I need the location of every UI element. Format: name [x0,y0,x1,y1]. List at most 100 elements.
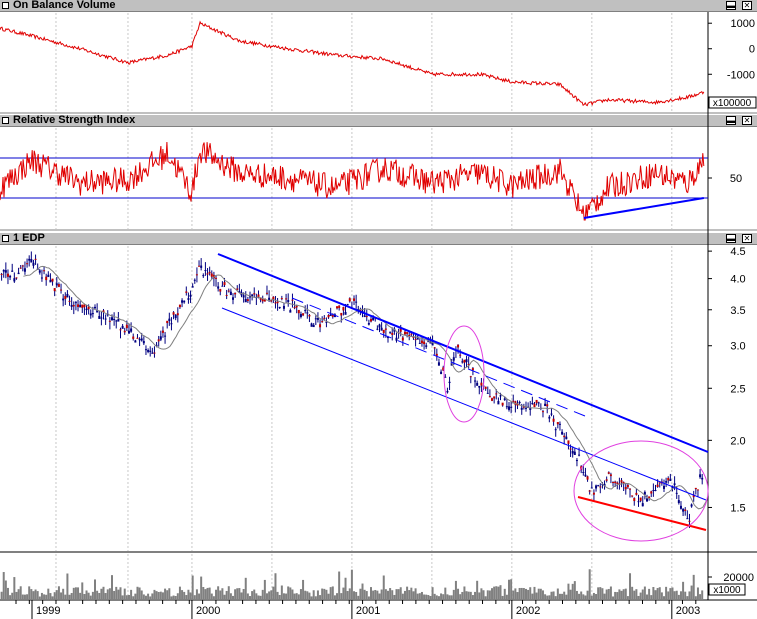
price-candle-body [541,411,544,413]
price-candle-body [72,304,75,307]
obv-tick-label: -1000 [727,69,755,81]
price-candle-body [690,504,693,507]
volume-multiplier-label: x1000 [713,585,741,596]
price-candle-body [510,406,513,408]
price-candle-body [505,406,508,408]
price-candle-body [588,490,591,492]
price-candle-body [47,274,50,278]
price-candle-body [136,337,139,339]
price-candle-body [6,273,9,277]
price-candle-body [49,279,52,283]
price-candle-body [469,376,472,378]
price-candle-body [132,336,135,339]
price-candle-body [234,292,237,295]
price-candle-body [11,270,14,272]
price-candle-body [503,398,506,400]
price-candle-body [446,390,449,393]
price-candle-body [153,352,156,354]
price-candle-body [134,340,137,343]
price-candle-body [414,339,417,341]
chart-canvas: 10000-1000-2000x100000504.54.03.53.02.52… [0,12,757,619]
price-candle-body [282,305,285,309]
price-candle-body [561,431,564,435]
axis-ticks: 10000-1000-2000x100000504.54.03.53.02.52… [708,18,757,596]
price-candle-body [609,474,612,477]
price-candle-body [520,407,523,410]
price-candle-body [679,505,682,509]
price-candle-body [4,270,7,273]
price-candle-body [599,486,602,488]
price-candle-body [253,293,256,295]
price-candle-body [605,479,608,481]
volume-tick-label: 20000 [723,572,754,584]
price-candle-body [285,298,288,300]
price-candle-body [493,396,496,399]
price-candle-body [147,350,150,352]
price-candle-body [544,403,547,407]
price-candle-body [142,341,145,344]
price-candle-body [389,331,392,333]
price-candle-body [488,396,491,398]
price-candle-body [565,436,568,440]
price-candle-body [558,423,561,425]
price-candle-body [512,400,515,402]
price-candle-body [9,275,12,278]
price-candle-body [170,323,173,325]
price-candle-body [176,313,179,316]
price-candle-body [459,354,462,356]
price-candle-body [471,368,474,371]
price-candle-body [654,490,657,492]
price-candle-body [43,270,46,272]
price-candle-body [157,339,160,342]
price-candle-body [656,484,659,487]
price-candle-body [440,371,443,375]
price-tick-label: 1.5 [730,502,745,514]
price-candle-body [98,315,101,319]
price-candle-body [81,304,84,308]
price-candle-body [652,490,655,492]
price-candle-body [23,268,26,272]
price-candle-body [518,402,521,404]
price-candle-body [699,474,702,478]
price-candle-body [104,318,107,320]
price-candle-body [295,305,298,308]
price-candle-body [624,486,627,490]
price-candle-body [420,340,423,344]
price-candle-body [363,315,366,318]
price-candle-body [344,311,347,315]
price-candle-body [629,488,632,490]
price-candle-body [403,331,406,335]
price-candle-body [546,404,549,407]
x-axis: 1999 2000 2001 2002 2003 [15,600,700,619]
price-candle-body [501,402,504,406]
price-candle-body [51,278,54,282]
price-candle-body [571,450,574,454]
support-trend-line [577,496,707,531]
price-candle-body [563,435,566,438]
price-candle-body [586,476,589,480]
price-candle-body [338,305,341,309]
price-candle-body [508,406,511,410]
price-candle-body [89,313,92,316]
price-moving-average [23,265,708,510]
price-candle-body [308,314,311,317]
price-candle-body [125,324,128,329]
price-candle-body [261,299,264,302]
price-candle-body [395,337,398,341]
price-candle-body [74,302,77,304]
price-candle-body [480,382,483,386]
price-candle-body [673,483,676,485]
price-candle-body [401,337,404,341]
price-tick-label: 4.5 [730,246,745,258]
price-candle-body [287,300,290,302]
price-candle-body [662,485,665,489]
price-candle-body [465,359,468,363]
panel-frames [0,12,757,601]
price-candle-body [669,479,672,482]
price-candle-body [198,265,201,267]
price-candle-body [474,380,477,382]
price-candle-body [232,297,235,300]
price-candle-body [91,313,94,315]
price-candle-body [491,398,494,401]
price-candle-body [418,342,421,344]
